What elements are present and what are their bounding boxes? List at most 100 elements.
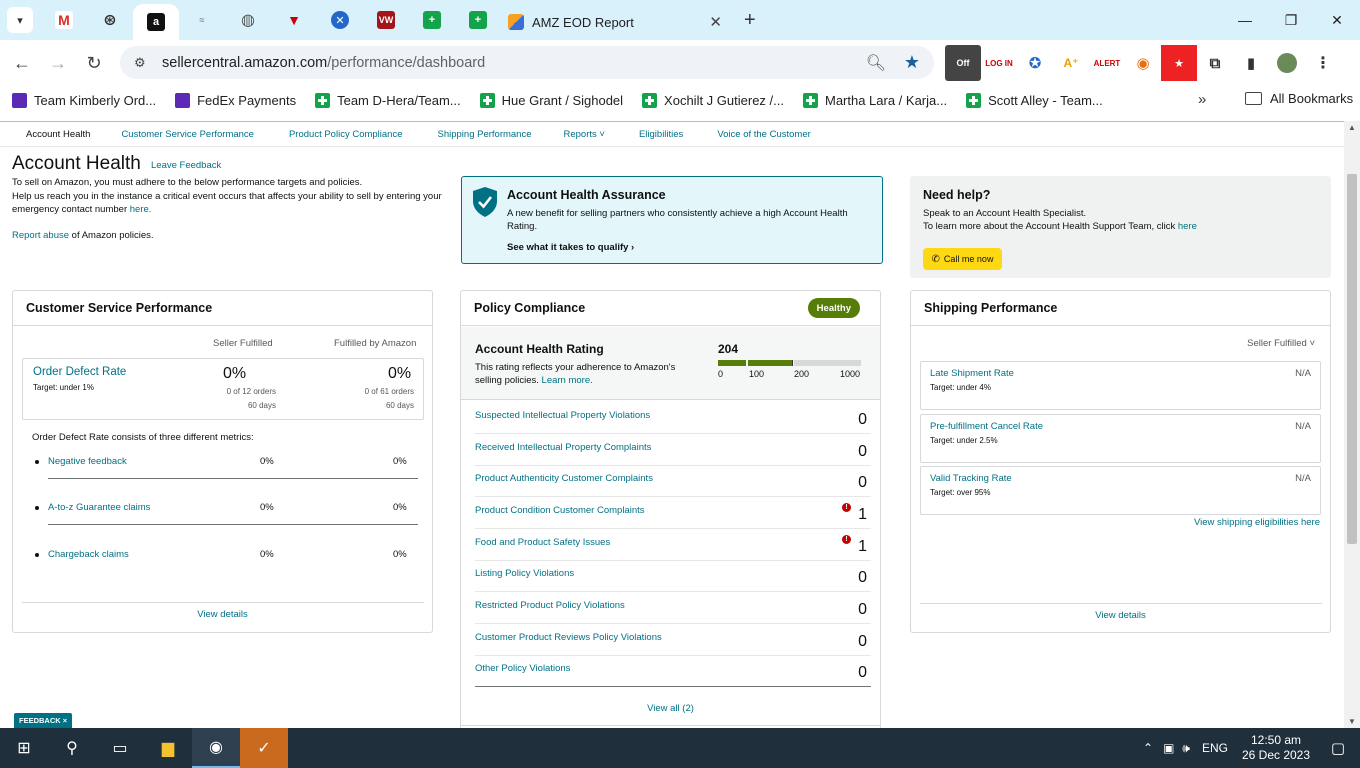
network-icon[interactable]: ▣ [1163, 741, 1174, 755]
scout-extension-icon[interactable]: A⁺ [1053, 45, 1089, 81]
language-indicator[interactable]: ENG [1202, 741, 1228, 755]
qualify-link[interactable]: See what it takes to qualify › [507, 242, 634, 253]
policy-row-link[interactable]: Suspected Intellectual Property Violatio… [475, 410, 650, 421]
tray-chevron-icon[interactable]: ⌃ [1143, 741, 1153, 755]
tab-chatgpt[interactable]: ⊛ [87, 0, 133, 40]
sidepanel-icon[interactable]: ▮ [1233, 45, 1269, 81]
policy-row-link[interactable]: Product Authenticity Customer Complaints [475, 473, 653, 484]
volume-icon[interactable]: 🕪︎ [1182, 741, 1190, 756]
bookmark-item[interactable]: FedEx Payments [175, 92, 296, 108]
chargeback-claims-link[interactable]: Chargeback claims [48, 549, 129, 560]
policy-row-link[interactable]: Product Condition Customer Complaints [475, 505, 645, 516]
policy-row-link[interactable]: Restricted Product Policy Violations [475, 600, 625, 611]
close-tab-icon[interactable]: ✕ [709, 13, 722, 31]
subnav-product-policy[interactable]: Product Policy Compliance [289, 129, 403, 140]
restore-icon[interactable]: ❐ [1268, 0, 1314, 40]
search-icon[interactable]: ⚲ [48, 728, 96, 768]
windows-start-icon[interactable]: ⊞ [0, 728, 48, 768]
back-button[interactable]: ← [4, 45, 40, 81]
login-extension-icon[interactable]: LOG IN [981, 45, 1017, 81]
tab-amazon[interactable]: a [133, 4, 179, 40]
view-details-link[interactable]: View details [13, 609, 432, 620]
clock[interactable]: 12:50 am 26 Dec 2023 [1236, 733, 1316, 763]
subnav-voice-of-customer[interactable]: Voice of the Customer [717, 129, 810, 140]
minimize-icon[interactable]: — [1222, 0, 1268, 40]
tab-blue-app[interactable]: ✕ [317, 0, 363, 40]
learn-more-link[interactable]: Learn more. [542, 375, 593, 386]
tab-search-button[interactable]: ▾ [7, 7, 33, 33]
call-me-now-button[interactable]: ✆ Call me now [923, 248, 1002, 270]
late-shipment-rate-link[interactable]: Late Shipment Rate [930, 368, 1014, 379]
bookmark-item[interactable]: Xochilt J Gutierez /... [642, 92, 784, 108]
site-info-icon[interactable]: ⚙ [134, 55, 154, 71]
new-tab-button[interactable]: + [744, 9, 756, 32]
more-bookmarks-icon[interactable]: » [1198, 91, 1206, 108]
alert-icon: ! [842, 535, 851, 544]
bookmark-item[interactable]: Team Kimberly Ord... [12, 92, 156, 108]
forward-button[interactable]: → [40, 45, 76, 81]
cancel-rate-link[interactable]: Pre-fulfillment Cancel Rate [930, 421, 1043, 432]
bookmark-item[interactable]: Hue Grant / Sighodel [479, 92, 623, 108]
bullet [35, 460, 39, 464]
policy-row-link[interactable]: Listing Policy Violations [475, 568, 574, 579]
desktop-app-icon[interactable]: ▭ [96, 728, 144, 768]
subnav-reports[interactable]: Reports ˅ [564, 129, 605, 140]
table-row: Received Intellectual Property Complaint… [475, 434, 871, 466]
page-scrollbar[interactable]: ▲ ▼ [1344, 121, 1360, 728]
valid-tracking-rate-link[interactable]: Valid Tracking Rate [930, 473, 1012, 484]
all-bookmarks[interactable]: All Bookmarks [1245, 91, 1353, 106]
subnav-shipping[interactable]: Shipping Performance [438, 129, 532, 140]
star-extension-icon[interactable]: ★ [1161, 45, 1197, 81]
tab-page[interactable]: ≈ [179, 0, 225, 40]
subnav-customer-service[interactable]: Customer Service Performance [121, 129, 254, 140]
negative-feedback-link[interactable]: Negative feedback [48, 456, 127, 467]
support-team-link[interactable]: here [1178, 221, 1197, 232]
extensions-puzzle-icon[interactable]: ⧉ [1197, 45, 1233, 81]
policy-row-link[interactable]: Food and Product Safety Issues [475, 537, 610, 548]
policy-row-link[interactable]: Customer Product Reviews Policy Violatio… [475, 632, 662, 643]
off-extension-icon[interactable]: Off [945, 45, 981, 81]
file-explorer-icon[interactable]: ▆ [144, 728, 192, 768]
report-abuse-link[interactable]: Report abuse [12, 230, 69, 241]
alert-extension-icon[interactable]: ALERT [1089, 45, 1125, 81]
a-to-z-claims-link[interactable]: A-to-z Guarantee claims [48, 502, 150, 513]
tab-triangle[interactable]: ▼ [271, 0, 317, 40]
tab-sheet-1[interactable]: + [409, 0, 455, 40]
emergency-contact-link[interactable]: here. [130, 204, 152, 215]
profile-avatar[interactable] [1269, 45, 1305, 81]
tab-sheet-2[interactable]: + [455, 0, 501, 40]
timer-app-icon[interactable]: ✓ [240, 728, 288, 768]
bookmark-item[interactable]: Scott Alley - Team... [966, 92, 1103, 108]
order-defect-rate-link[interactable]: Order Defect Rate [33, 366, 126, 378]
menu-icon[interactable]: ⋮ [1305, 45, 1341, 81]
subnav-eligibilities[interactable]: Eligibilities [639, 129, 683, 140]
reload-button[interactable]: ↻ [76, 45, 112, 81]
tab-globe[interactable]: ◍ [225, 0, 271, 40]
notifications-icon[interactable]: ▢ [1316, 739, 1360, 757]
scroll-down-icon[interactable]: ▼ [1348, 717, 1356, 726]
feedback-tab[interactable]: FEEDBACK × [14, 713, 73, 728]
view-details-link[interactable]: View details [911, 610, 1330, 621]
policy-row-link[interactable]: Received Intellectual Property Complaint… [475, 442, 651, 453]
scrollbar-thumb[interactable] [1347, 174, 1357, 544]
blue-extension-icon[interactable]: ✪ [1017, 45, 1053, 81]
scroll-up-icon[interactable]: ▲ [1348, 123, 1356, 132]
subnav-account-health[interactable]: Account Health [26, 129, 90, 140]
policy-row-link[interactable]: Other Policy Violations [475, 663, 570, 674]
bookmark-item[interactable]: Team D-Hera/Team... [315, 92, 461, 108]
fulfillment-selector[interactable]: Seller Fulfilled ˅ [1247, 338, 1315, 349]
bookmark-item[interactable]: Martha Lara / Karja... [802, 92, 947, 108]
shipping-eligibilities-link[interactable]: View shipping eligibilities here [1194, 517, 1320, 528]
leave-feedback-link[interactable]: Leave Feedback [151, 160, 221, 171]
zoom-icon[interactable]: 🔍︎ [866, 53, 886, 73]
firefox-extension-icon[interactable]: ◉ [1125, 45, 1161, 81]
bookmark-star-icon[interactable]: ★ [904, 52, 920, 73]
view-all-link[interactable]: View all (2) [461, 703, 880, 714]
tab-gmail[interactable]: M [41, 0, 87, 40]
chrome-icon[interactable]: ◉ [192, 728, 240, 768]
tab-title: AMZ EOD Report [532, 14, 634, 30]
tab-amz-eod-report[interactable]: AMZ EOD Report ✕ [496, 4, 734, 40]
address-bar[interactable]: ⚙ sellercentral.amazon.com/performance/d… [120, 46, 934, 79]
tab-vw[interactable]: VW [363, 0, 409, 40]
close-window-icon[interactable]: ✕ [1314, 0, 1360, 40]
